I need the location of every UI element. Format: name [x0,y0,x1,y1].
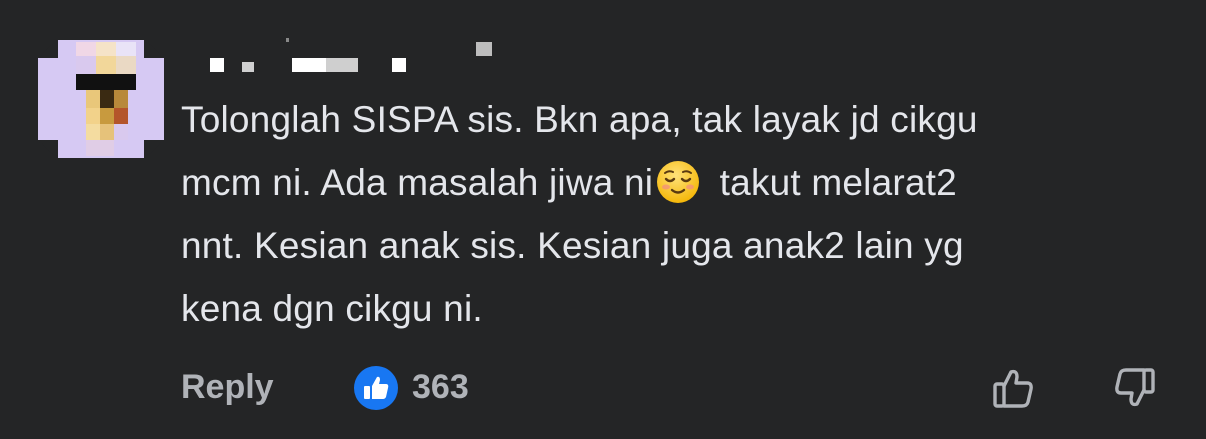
comment-line-3: nnt. Kesian anak sis. Kesian juga anak2 … [181,225,964,266]
comment-actions: Reply 363 [181,360,1181,416]
like-count: 363 [412,368,469,406]
relieved-face-emoji-icon [655,159,701,205]
like-badge-icon[interactable] [352,364,400,412]
avatar[interactable] [38,40,164,158]
comment-line-2-continued: takut melarat2 [709,162,957,203]
thumbs-down-icon[interactable] [1109,362,1161,414]
comment-line-2: mcm ni. Ada masalah jiwa ni [181,162,654,203]
author-name[interactable] [190,32,510,76]
comment-line-4: kena dgn cikgu ni. [181,288,483,329]
thumbs-up-icon[interactable] [987,362,1039,414]
comment-line-1: Tolonglah SISPA sis. Bkn apa, tak layak … [181,99,978,140]
comment-text: Tolonglah SISPA sis. Bkn apa, tak layak … [181,88,1181,340]
reply-button[interactable]: Reply [181,368,274,407]
